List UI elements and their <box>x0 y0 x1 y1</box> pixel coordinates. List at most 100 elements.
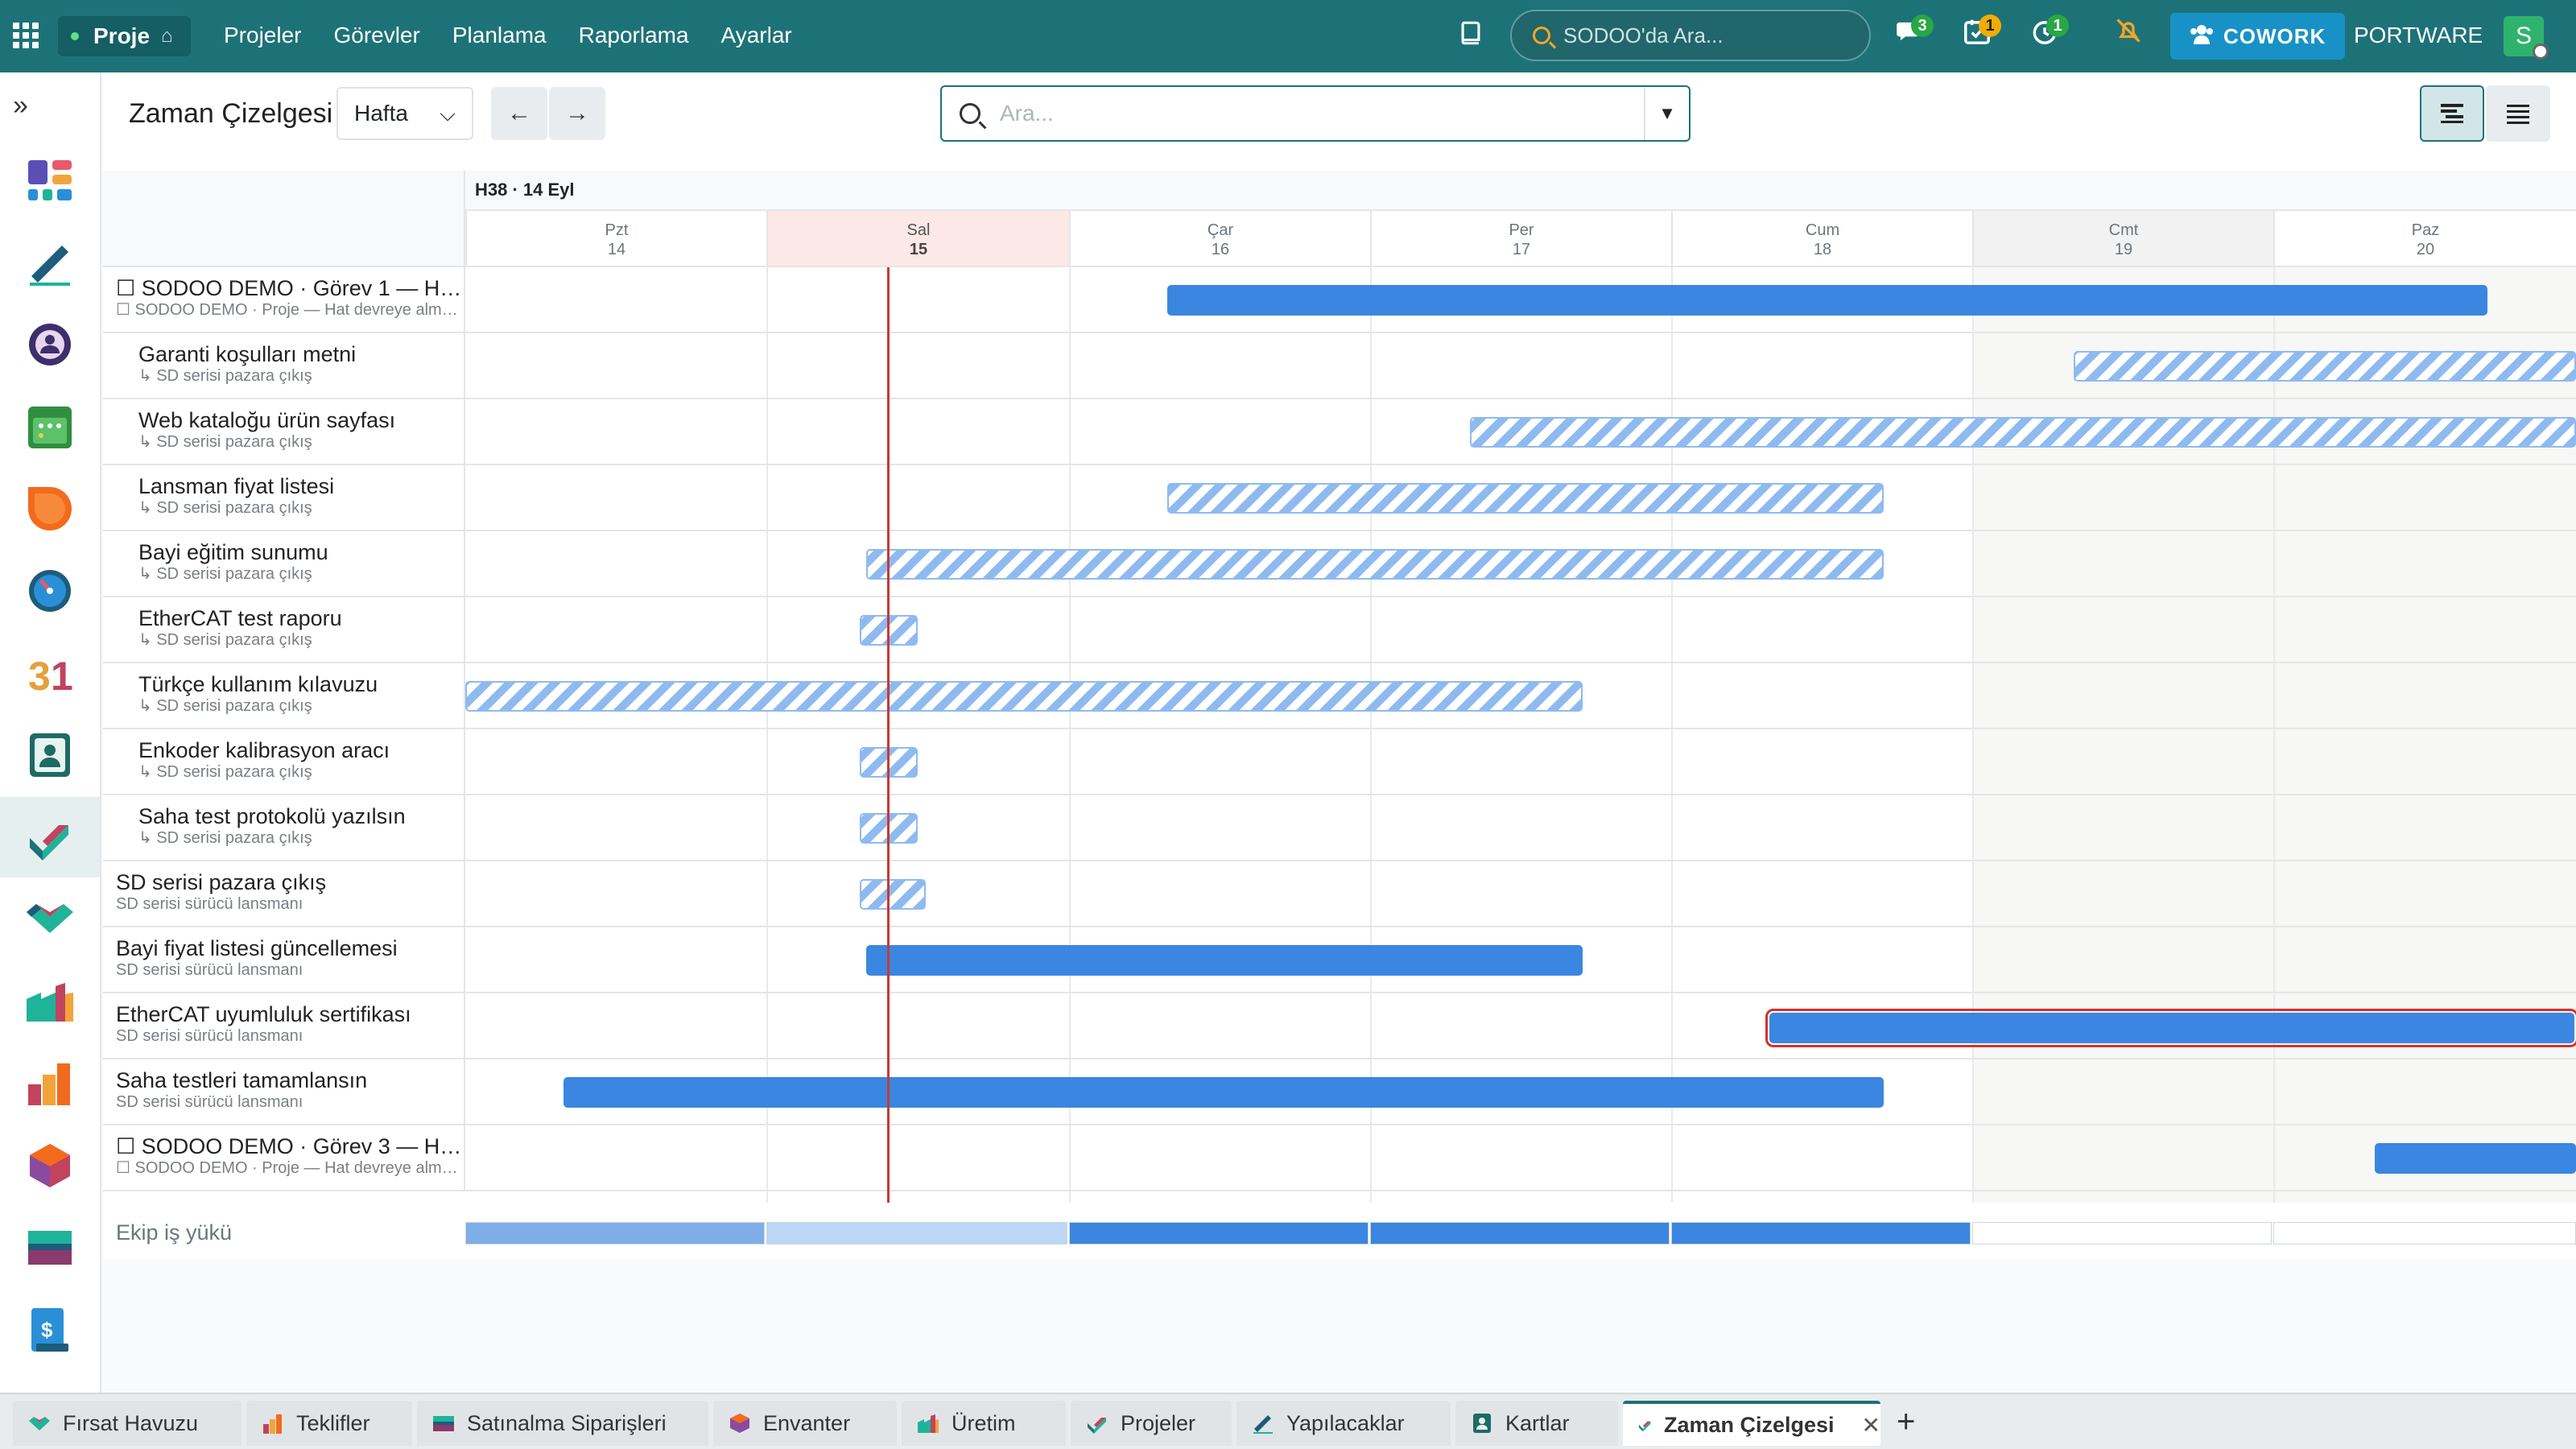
task-bar-unplanned[interactable] <box>1470 417 2576 448</box>
gantt-header-corner <box>103 171 465 267</box>
row-label[interactable]: EtherCAT uyumluluk sertifikası SD serisi … <box>103 993 465 1058</box>
task-bar-unplanned[interactable] <box>866 549 1884 580</box>
close-tab-icon[interactable]: ✕ <box>1862 1412 1880 1439</box>
menu-item-projeler[interactable]: Projeler <box>224 23 301 48</box>
week-header: H38 · 14 Eyl <box>465 171 2576 211</box>
box-icon <box>30 1144 70 1187</box>
company-switcher[interactable]: PORTWARE <box>2354 23 2483 48</box>
workload-cell <box>1069 1222 1368 1245</box>
row-label[interactable]: Bayi fiyat listesi güncellemesi SD serisi… <box>103 927 465 992</box>
menu-item-ayarlar[interactable]: Ayarlar <box>721 23 792 48</box>
tab-firsat-havuzu[interactable]: Fırsat Havuzu <box>13 1401 242 1446</box>
tab-projeler[interactable]: Projeler <box>1071 1401 1232 1446</box>
sidebar-app-inventory[interactable] <box>0 1125 100 1206</box>
search-input[interactable]: Ara... ▼ <box>940 85 1690 142</box>
menu-item-raporlama[interactable]: Raporlama <box>579 23 689 48</box>
search-options-toggle[interactable]: ▼ <box>1644 87 1689 140</box>
task-bar-unplanned[interactable] <box>860 879 926 910</box>
app-brand-button[interactable]: Proje ⌂ <box>58 16 191 56</box>
sidebar-app-calendar-green[interactable] <box>0 386 100 467</box>
tab-kartlar[interactable]: Kartlar <box>1455 1401 1618 1446</box>
timer-button[interactable]: 1 <box>2021 14 2069 58</box>
add-tab-button[interactable]: + <box>1897 1404 1915 1440</box>
sidebar-app-sales[interactable] <box>0 1043 100 1124</box>
notifications-muted-button[interactable] <box>2104 16 2153 58</box>
tab-teklifler[interactable]: Teklifler <box>246 1401 412 1446</box>
menu-item-planlama[interactable]: Planlama <box>452 23 547 48</box>
previous-button[interactable]: ← <box>491 87 547 140</box>
row-label[interactable]: Bayi eğitim sunumu ↳ SD serisi pazara çık… <box>103 531 465 596</box>
row-label[interactable]: Enkoder kalibrasyon aracı ↳ SD serisi paz… <box>103 729 465 794</box>
expand-sidebar-icon[interactable]: » <box>13 90 28 122</box>
row-label[interactable]: SD serisi pazara çıkış SD serisi sürücü l… <box>103 861 465 926</box>
sidebar-app-dashboard[interactable] <box>0 140 100 221</box>
tab-satinalma[interactable]: Satınalma Siparişleri <box>417 1401 708 1446</box>
sidebar-app-invoicing[interactable]: $ <box>0 1290 100 1370</box>
sidebar-app-purchase[interactable] <box>0 1208 100 1288</box>
sidebar-app-calendar[interactable]: 31 <box>0 633 100 713</box>
sidebar-app-manufacturing[interactable] <box>0 961 100 1042</box>
card-icon <box>28 1231 72 1265</box>
chevron-down-icon: ⌵ <box>440 101 456 126</box>
next-button[interactable]: → <box>549 87 605 140</box>
task-bar[interactable] <box>1167 285 2487 316</box>
factory-icon <box>27 983 73 1022</box>
row-label[interactable]: Lansman fiyat listesi ↳ SD serisi pazara … <box>103 465 465 530</box>
row-label[interactable]: Web kataloğu ürün sayfası ↳ SD serisi paz… <box>103 399 465 464</box>
workload-cell <box>1671 1222 1971 1245</box>
workload-cell <box>465 1222 765 1245</box>
task-bar[interactable] <box>866 945 1583 976</box>
sidebar-app-timesheet[interactable] <box>0 551 100 631</box>
task-bar-unplanned[interactable] <box>1167 483 1884 514</box>
cowork-button[interactable]: COWORK <box>2170 13 2346 60</box>
task-bar-unplanned[interactable] <box>2074 351 2576 382</box>
user-avatar[interactable]: S <box>2504 16 2549 60</box>
row-label[interactable]: ☐ SODOO DEMO · Görev 1 — Hat devreye alm… <box>103 267 465 332</box>
task-bar[interactable] <box>564 1077 1884 1108</box>
apps-grid-icon[interactable] <box>13 23 39 48</box>
tab-zaman-cizelgesi[interactable]: Zaman Çizelgesi ✕ <box>1623 1401 1880 1446</box>
activities-button[interactable]: 1 <box>1953 14 2001 58</box>
bell-slash-icon <box>2116 19 2140 43</box>
row-label[interactable]: Saha test protokolü yazılsın ↳ SD serisi … <box>103 795 465 860</box>
row-label[interactable]: Türkçe kullanım kılavuzu ↳ SD serisi paza… <box>103 663 465 728</box>
global-search-input[interactable]: SODOO'da Ara... <box>1510 10 1871 61</box>
contact-card-icon <box>30 733 70 777</box>
scale-select[interactable]: Hafta ⌵ <box>336 87 473 140</box>
messages-button[interactable]: 3 <box>1885 14 1934 58</box>
tab-uretim[interactable]: Üretim <box>902 1401 1066 1446</box>
gantt-view-button[interactable] <box>2420 85 2484 142</box>
row-label[interactable]: ☐ SODOO DEMO · Görev 3 — Hat devreye alm… <box>103 1125 465 1190</box>
row-label[interactable]: EtherCAT test raporu ↳ SD serisi pazara ç… <box>103 597 465 662</box>
day-header-sun: Paz 20 <box>2273 211 2576 267</box>
gantt-row: Türkçe kullanım kılavuzu ↳ SD serisi paza… <box>103 663 2576 729</box>
task-bar[interactable] <box>2375 1143 2576 1174</box>
task-bar-selected[interactable] <box>1765 1009 2576 1047</box>
tab-yapilacaklar[interactable]: Yapılacaklar <box>1236 1401 1451 1446</box>
sidebar-app-project[interactable] <box>0 797 100 877</box>
list-view-button[interactable] <box>2486 85 2550 142</box>
menu-item-gorevler[interactable]: Görevler <box>333 23 419 48</box>
gantt-row: EtherCAT test raporu ↳ SD serisi pazara ç… <box>103 597 2576 663</box>
sidebar-app-discuss[interactable] <box>0 469 100 549</box>
sidebar-app-notes[interactable] <box>0 222 100 303</box>
sidebar-app-community[interactable] <box>0 304 100 385</box>
sidebar-app-crm[interactable] <box>0 879 100 960</box>
gantt-row: Saha testleri tamamlansın SD serisi sürüc… <box>103 1059 2576 1125</box>
sidebar-app-contacts[interactable] <box>0 715 100 795</box>
search-icon <box>1533 27 1550 44</box>
row-label[interactable]: Saha testleri tamamlansın SD serisi sürüc… <box>103 1059 465 1124</box>
task-bar-unplanned[interactable] <box>465 681 1583 712</box>
handshake-icon <box>29 1417 50 1430</box>
today-marker-line <box>887 267 890 1203</box>
row-label[interactable]: Garanti koşulları metni ↳ SD serisi pazar… <box>103 333 465 398</box>
gantt-row: Garanti koşulları metni ↳ SD serisi pazar… <box>103 333 2576 399</box>
workload-cell <box>1972 1222 2272 1245</box>
app-sidebar: » 31 $ <box>0 72 101 1393</box>
svg-text:3: 3 <box>28 654 51 699</box>
workload-label: Ekip iş yükü <box>116 1220 233 1245</box>
book-icon[interactable] <box>1457 19 1484 54</box>
gantt-row: Lansman fiyat listesi ↳ SD serisi pazara … <box>103 465 2576 531</box>
avatar-letter: S <box>2515 23 2532 49</box>
tab-envanter[interactable]: Envanter <box>713 1401 897 1446</box>
